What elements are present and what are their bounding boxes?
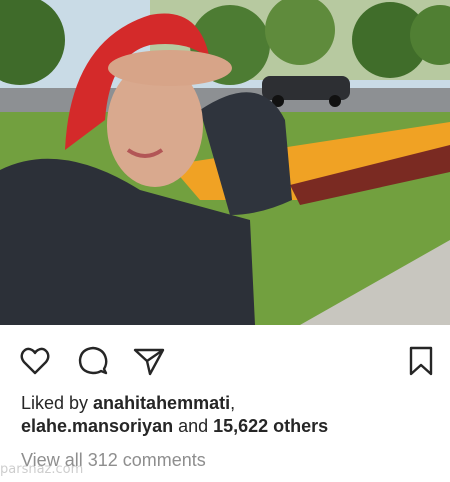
- post-actions-bar: [0, 325, 450, 393]
- post-photo[interactable]: [0, 0, 450, 325]
- speech-bubble-icon[interactable]: [76, 344, 110, 378]
- likes-count[interactable]: 15,622 others: [213, 416, 328, 436]
- likes-separator: ,: [230, 393, 236, 413]
- likes-summary: Liked by anahitahemmati, elahe.mansoriya…: [21, 392, 441, 438]
- likes-middle: and: [173, 416, 214, 436]
- heart-outline-icon[interactable]: [18, 344, 52, 378]
- bookmark-icon[interactable]: [404, 344, 438, 378]
- likes-prefix: Liked by: [21, 393, 94, 413]
- photo-illustration: [0, 0, 450, 325]
- paper-plane-icon[interactable]: [132, 344, 166, 378]
- watermark: parsnaz.com: [0, 462, 84, 477]
- liked-by-user-2[interactable]: elahe.mansoriyan: [21, 416, 173, 436]
- liked-by-user-1[interactable]: anahitahemmati: [93, 393, 230, 413]
